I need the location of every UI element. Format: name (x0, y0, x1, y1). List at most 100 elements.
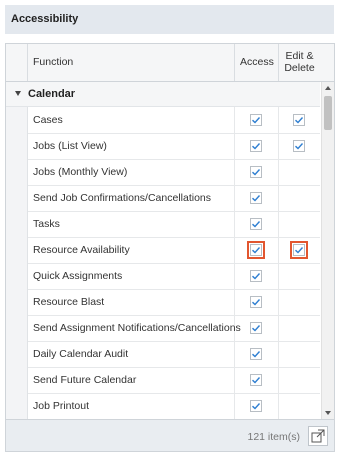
edit-delete-cell (279, 367, 320, 393)
column-header-function-label: Function (33, 56, 74, 68)
function-cell: Daily Calendar Audit (27, 341, 235, 367)
edit-delete-line1: Edit & (285, 50, 314, 62)
triangle-down-icon[interactable] (15, 91, 21, 96)
function-label: Resource Availability (33, 244, 130, 256)
table-row[interactable]: Send Job Confirmations/Cancellations (6, 185, 320, 212)
access-checkbox[interactable] (250, 140, 262, 152)
access-checkbox[interactable] (250, 114, 262, 126)
function-label: Resource Blast (33, 296, 105, 308)
access-cell (235, 159, 279, 185)
function-label: Send Job Confirmations/Cancellations (33, 192, 212, 204)
function-cell: Tasks (27, 211, 235, 237)
function-label: Quick Assignments (33, 270, 123, 282)
function-label: Daily Calendar Audit (33, 348, 129, 360)
table-row[interactable]: Quick Assignments (6, 263, 320, 290)
scroll-up-arrow-icon[interactable] (325, 86, 331, 90)
access-checkbox[interactable] (250, 270, 262, 282)
row-indent-cell (6, 107, 28, 133)
row-indent-cell (6, 393, 28, 419)
access-checkbox[interactable] (250, 322, 262, 334)
function-label: Jobs (Monthly View) (33, 166, 128, 178)
function-cell: Jobs (Monthly View) (27, 159, 235, 185)
function-cell: Jobs (List View) (27, 133, 235, 159)
column-header-edit-delete[interactable]: Edit & Delete (279, 44, 320, 81)
edit-delete-cell (279, 133, 320, 159)
access-checkbox[interactable] (250, 192, 262, 204)
edit-delete-checkbox[interactable] (293, 114, 305, 126)
access-checkbox[interactable] (250, 374, 262, 386)
function-cell: Cases (27, 107, 235, 133)
edit-delete-checkbox[interactable] (293, 140, 305, 152)
row-indent-cell (6, 133, 28, 159)
row-indent-cell (6, 341, 28, 367)
access-checkbox[interactable] (250, 296, 262, 308)
column-header-access-label: Access (240, 56, 274, 68)
access-cell (235, 211, 279, 237)
function-label: Send Future Calendar (33, 374, 137, 386)
function-label: Tasks (33, 218, 60, 230)
scroll-down-arrow-icon[interactable] (325, 411, 331, 415)
edit-delete-cell (279, 237, 320, 263)
row-indent-cell (6, 185, 28, 211)
access-cell (235, 393, 279, 419)
group-row-calendar[interactable]: Calendar (6, 82, 320, 107)
row-indent-cell (6, 237, 28, 263)
panel-title: Accessibility (11, 13, 79, 25)
column-header-access[interactable]: Access (235, 44, 279, 81)
access-cell (235, 289, 279, 315)
grid-header: Function Access Edit & Delete (6, 44, 334, 82)
grid-footer: 121 item(s) (6, 419, 334, 451)
edit-delete-cell (279, 393, 320, 419)
access-checkbox[interactable] (247, 241, 265, 259)
column-header-function[interactable]: Function (27, 44, 235, 81)
vertical-scrollbar[interactable] (321, 82, 334, 419)
function-label: Cases (33, 114, 63, 126)
function-cell: Job Printout (27, 393, 235, 419)
group-label: Calendar (28, 88, 76, 100)
table-row[interactable]: Job Printout (6, 393, 320, 420)
table-row[interactable]: Resource Blast (6, 289, 320, 316)
function-cell: Resource Blast (27, 289, 235, 315)
access-checkbox[interactable] (250, 218, 262, 230)
column-header-edit-delete-label: Edit & Delete (279, 50, 320, 74)
function-cell: Resource Availability (27, 237, 235, 263)
access-cell (235, 133, 279, 159)
table-row[interactable]: Resource Availability (6, 237, 320, 264)
edit-delete-line2: Delete (284, 62, 315, 74)
access-cell (235, 367, 279, 393)
edit-delete-cell (279, 107, 320, 133)
function-label: Jobs (List View) (33, 140, 107, 152)
function-cell: Send Assignment Notifications/Cancellati… (27, 315, 241, 341)
row-indent-cell (6, 315, 28, 341)
row-indent-cell (6, 211, 28, 237)
access-cell (235, 341, 279, 367)
access-cell (235, 237, 279, 263)
row-indent-cell (6, 263, 28, 289)
function-label: Job Printout (33, 400, 90, 412)
edit-delete-cell (279, 315, 320, 341)
function-label: Send Assignment Notifications/Cancellati… (33, 322, 241, 334)
scrollbar-thumb[interactable] (324, 96, 332, 130)
function-cell: Send Future Calendar (27, 367, 235, 393)
panel-header: Accessibility (5, 5, 334, 34)
item-count: 121 item(s) (247, 431, 300, 443)
table-row[interactable]: Send Future Calendar (6, 367, 320, 394)
table-row[interactable]: Cases (6, 107, 320, 134)
popout-window-icon[interactable] (308, 426, 328, 446)
table-row[interactable]: Send Assignment Notifications/Cancellati… (6, 315, 320, 342)
access-checkbox[interactable] (250, 166, 262, 178)
function-cell: Send Job Confirmations/Cancellations (27, 185, 235, 211)
row-indent-cell (6, 289, 28, 315)
table-row[interactable]: Daily Calendar Audit (6, 341, 320, 368)
header-indent-cell (6, 44, 28, 81)
table-row[interactable]: Tasks (6, 211, 320, 238)
edit-delete-checkbox[interactable] (290, 241, 308, 259)
table-row[interactable]: Jobs (List View) (6, 133, 320, 160)
access-cell (235, 107, 279, 133)
table-row[interactable]: Jobs (Monthly View) (6, 159, 320, 186)
access-cell (235, 263, 279, 289)
access-checkbox[interactable] (250, 348, 262, 360)
permissions-grid: Function Access Edit & Delete Calendar C… (5, 43, 335, 452)
access-checkbox[interactable] (250, 400, 262, 412)
edit-delete-cell (279, 341, 320, 367)
